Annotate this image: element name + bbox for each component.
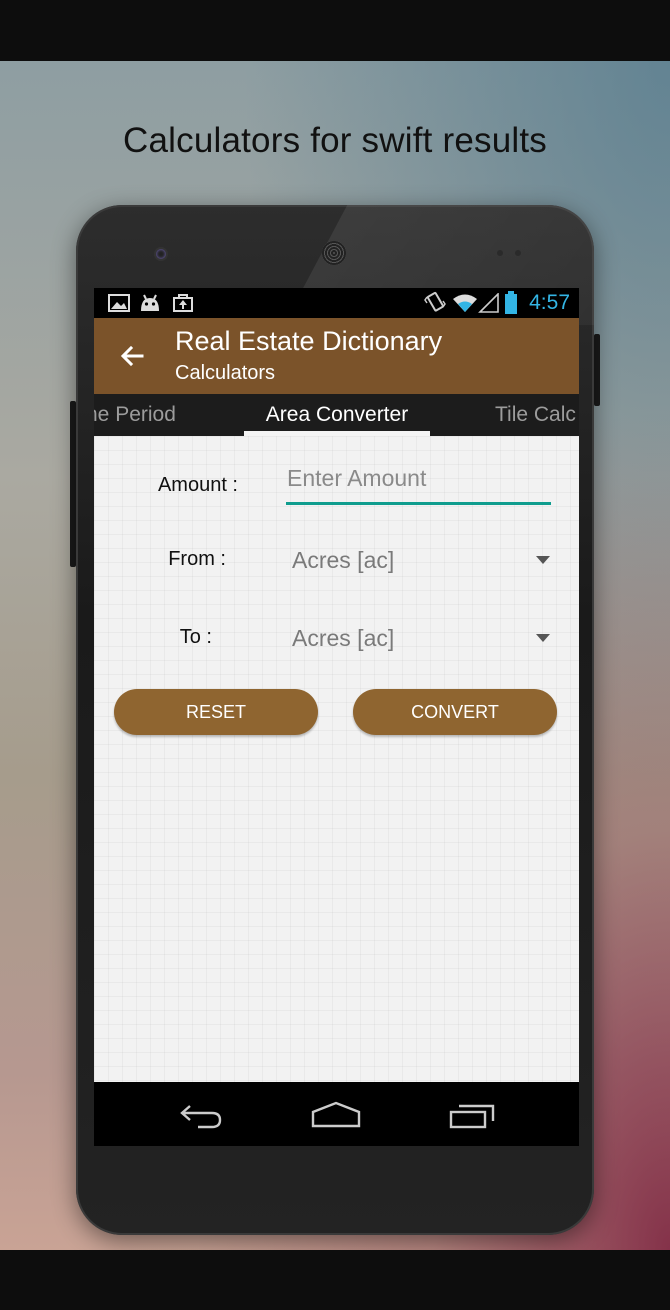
to-unit-dropdown[interactable]: Acres [ac] [292,618,552,658]
from-label: From : [168,548,226,570]
battery-icon [505,291,517,314]
tab-area-converter[interactable]: Area Converter [244,403,430,427]
app-subtitle: Calculators [175,362,276,384]
status-bar: 4:57 [94,288,579,318]
back-arrow-icon[interactable] [118,342,146,370]
system-nav-bar [94,1082,579,1146]
amount-label: Amount : [157,474,238,496]
promo-headline: Calculators for swift results [123,121,547,160]
earpiece-speaker-icon [322,241,346,265]
bag-icon [173,294,193,312]
dropdown-arrow-icon [536,634,550,642]
to-label: To : [179,626,212,648]
dropdown-arrow-icon [536,556,550,564]
light-sensor-icon [515,250,521,256]
app-title: Real Estate Dictionary [175,326,443,356]
wifi-icon [453,294,477,312]
status-time: 4:57 [529,291,570,314]
reset-button[interactable]: RESET [114,689,318,735]
tab-tile-calculator[interactable]: Tile Calc [495,403,576,427]
signal-icon [478,293,499,313]
android-icon [141,294,159,311]
proximity-sensor-icon [497,250,503,256]
app-bar: Real Estate Dictionary Calculators [94,318,579,394]
to-unit-value: Acres [ac] [292,625,395,651]
front-camera-icon [156,249,166,259]
image-icon [108,294,130,312]
converter-form: Amount : From : Acres [ac] To : Acres [a… [94,436,579,1082]
convert-button[interactable]: CONVERT [353,689,557,735]
tab-time-period[interactable]: ne Period [94,403,176,427]
amount-input[interactable] [286,460,551,505]
home-icon[interactable] [310,1100,362,1130]
back-icon[interactable] [178,1100,226,1130]
phone-screen: 4:57 Real Estate Dictionary Calculators … [94,288,579,1146]
from-unit-dropdown[interactable]: Acres [ac] [292,540,552,580]
recents-icon[interactable] [448,1102,496,1130]
tab-strip: ne Period Area Converter Tile Calc [94,394,579,436]
from-unit-value: Acres [ac] [292,547,395,573]
vibrate-icon [424,291,446,312]
power-button [594,334,600,406]
